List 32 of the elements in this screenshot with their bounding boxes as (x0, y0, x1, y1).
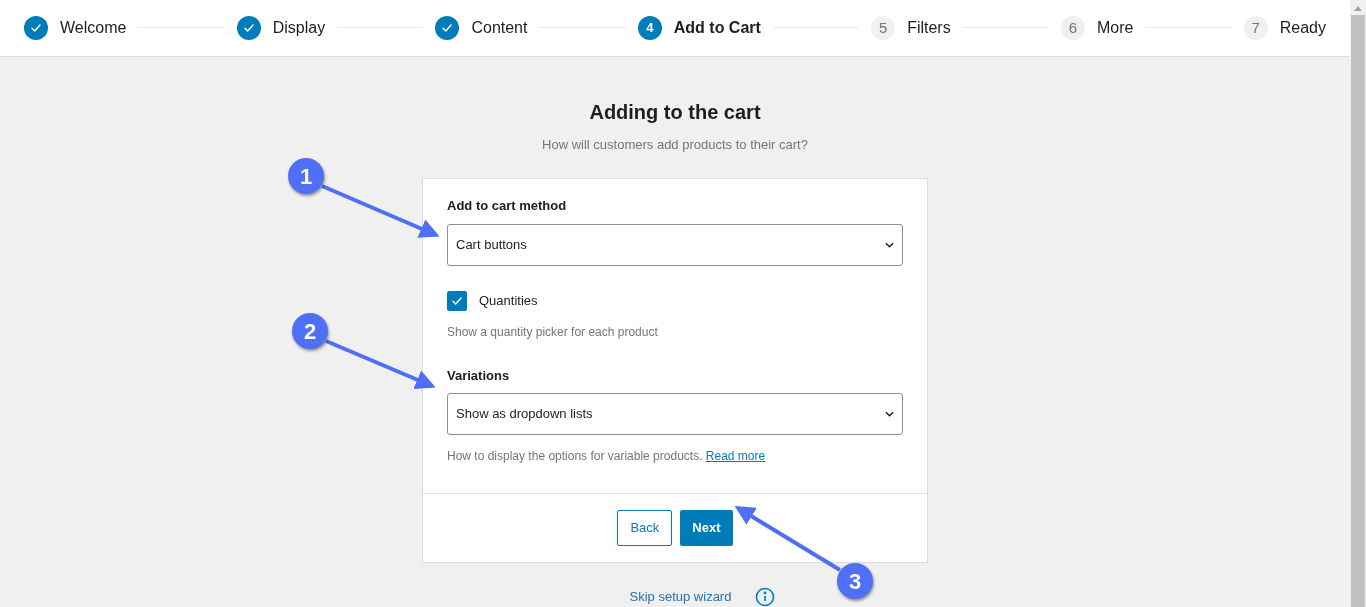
step-number: 4 (637, 15, 662, 40)
step-label: Display (272, 17, 326, 38)
step-number: 6 (1061, 15, 1085, 40)
page-subtitle: How will customers add products to their cart? (542, 135, 808, 154)
chevron-down-icon (885, 241, 894, 248)
step-label: Ready (1279, 17, 1326, 38)
checkbox-label: Quantities (479, 291, 538, 310)
chevron-down-icon (885, 411, 894, 417)
next-button[interactable]: Next (680, 510, 733, 546)
field-label: Add to cart method (447, 197, 568, 215)
step-label: Content (471, 17, 528, 38)
callout-number: 3 (837, 563, 873, 599)
callout-number: 2 (292, 313, 328, 349)
field-label: Variations (447, 366, 511, 385)
step-label: Filters (907, 17, 951, 38)
info-icon[interactable] (755, 587, 776, 607)
checkbox[interactable] (447, 290, 467, 311)
scroll-up-icon[interactable] (1354, 6, 1362, 11)
step-label: More (1097, 17, 1134, 38)
page-title: Adding to the cart (589, 99, 761, 125)
help-text: Show a quantity picker for each product (447, 323, 659, 341)
step-number: 7 (1243, 15, 1268, 40)
dropdown-field[interactable]: Cart buttons (447, 223, 903, 266)
dropdown-field[interactable]: Show as dropdown lists (447, 393, 903, 435)
step-label: Add to Cart (673, 17, 761, 38)
step-label: Welcome (60, 17, 127, 38)
callout-number: 1 (288, 158, 324, 194)
back-button[interactable]: Back (617, 510, 673, 546)
read-more-link[interactable]: Read more (705, 449, 766, 463)
skip-setup-link[interactable]: Skip setup wizard (629, 587, 732, 607)
help-text: How to display the options for variable products. Read more (447, 448, 767, 465)
step-number: 5 (871, 15, 896, 40)
